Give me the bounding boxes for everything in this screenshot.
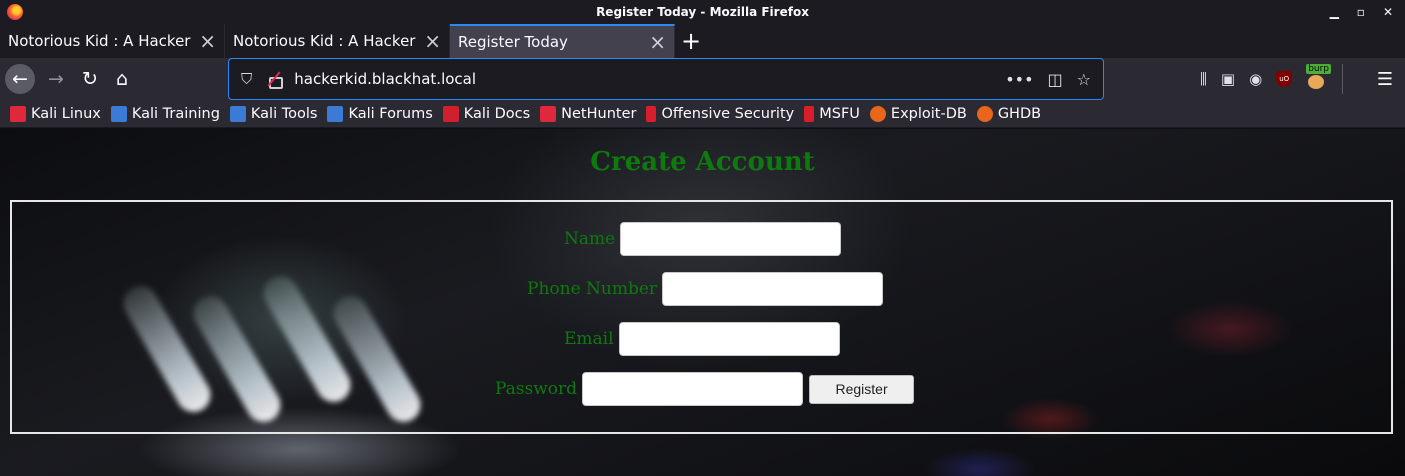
nethunter-icon (540, 105, 557, 122)
bookmark-kali-tools[interactable]: Kali Tools (229, 105, 318, 122)
phone-row: Phone Number (527, 272, 884, 306)
kali-docs-icon (442, 105, 459, 122)
bookmark-exploit-db[interactable]: Exploit-DB (869, 105, 967, 122)
bookmark-msfu[interactable]: MSFU (804, 105, 860, 122)
home-icon: ⌂ (115, 68, 129, 90)
forward-button[interactable]: → (41, 64, 71, 94)
reload-icon: ↻ (82, 68, 98, 90)
bookmark-label: Kali Training (131, 105, 220, 122)
pocket-icon[interactable]: ◫ (1048, 70, 1063, 89)
navigation-toolbar: ← → ↻ ⌂ ⛉ hackerkid.blackhat.local ••• ◫… (0, 58, 1405, 100)
toolbar-right: ⫼ ▣ ◉ uO burp (1200, 58, 1344, 100)
exploit-db-icon (869, 105, 886, 122)
name-label: Name (564, 229, 616, 249)
bookmark-label: MSFU (819, 105, 860, 122)
bookmark-kali-forums[interactable]: Kali Forums (327, 105, 433, 122)
name-input[interactable] (620, 222, 842, 256)
bookmark-star-icon[interactable]: ☆ (1077, 70, 1091, 89)
account-icon[interactable]: ◉ (1249, 70, 1262, 88)
kali-tools-icon (229, 105, 246, 122)
password-label: Password (495, 379, 578, 399)
close-tab-icon[interactable]: × (199, 31, 216, 51)
ublock-origin-icon[interactable]: uO (1276, 71, 1293, 87)
new-tab-button[interactable]: + (675, 24, 707, 58)
page-content: Create Account Name Phone Number Email P… (0, 129, 1405, 476)
bookmark-label: Kali Linux (31, 105, 101, 122)
burp-extension-icon[interactable]: burp (1306, 64, 1332, 89)
window-controls: ▁ ▫ ✕ (1330, 0, 1405, 24)
close-tab-icon[interactable]: × (649, 32, 666, 52)
ghdb-icon (976, 105, 993, 122)
bookmark-nethunter[interactable]: NetHunter (540, 105, 637, 122)
tab-2[interactable]: Notorious Kid : A Hacker × (225, 24, 450, 58)
msfu-icon (804, 105, 815, 122)
tab-3-active[interactable]: Register Today × (450, 24, 675, 58)
arrow-right-icon: → (48, 68, 64, 90)
bookmark-label: NetHunter (561, 105, 637, 122)
bookmark-kali-docs[interactable]: Kali Docs (442, 105, 531, 122)
register-form: Name Phone Number Email Password Registe… (10, 200, 1393, 434)
tab-strip: Notorious Kid : A Hacker × Notorious Kid… (0, 24, 1405, 58)
bookmarks-toolbar: Kali Linux Kali Training Kali Tools Kali… (0, 100, 1405, 128)
bookmark-kali-linux[interactable]: Kali Linux (10, 105, 101, 122)
page-actions-icon[interactable]: ••• (1005, 70, 1033, 89)
bookmark-kali-training[interactable]: Kali Training (110, 105, 220, 122)
hamburger-menu-icon: ☰ (1376, 68, 1393, 90)
bookmark-ghdb[interactable]: GHDB (976, 105, 1042, 122)
bookmark-label: Kali Forums (348, 105, 433, 122)
close-window-icon[interactable]: ✕ (1383, 5, 1393, 19)
close-tab-icon[interactable]: × (424, 31, 441, 51)
insecure-lock-icon[interactable] (266, 71, 284, 89)
email-row: Email (564, 322, 840, 356)
sidebar-icon[interactable]: ▣ (1221, 70, 1235, 88)
bookmark-label: Offensive Security (661, 105, 795, 122)
firefox-logo-icon (7, 4, 23, 20)
back-button[interactable]: ← (5, 64, 35, 94)
bookmark-label: GHDB (997, 105, 1042, 122)
window-titlebar: Register Today - Mozilla Firefox ▁ ▫ ✕ (0, 0, 1405, 24)
tab-label: Notorious Kid : A Hacker (233, 32, 416, 50)
burp-badge: burp (1306, 64, 1332, 74)
menu-button[interactable]: ☰ (1377, 58, 1393, 100)
address-bar[interactable]: ⛉ hackerkid.blackhat.local ••• ◫ ☆ (228, 58, 1104, 100)
library-icon[interactable]: ⫼ (1200, 70, 1207, 88)
email-input[interactable] (618, 322, 840, 356)
bookmark-label: Exploit-DB (890, 105, 967, 122)
maximize-icon[interactable]: ▫ (1357, 5, 1365, 19)
register-button[interactable]: Register (809, 374, 915, 404)
tab-1[interactable]: Notorious Kid : A Hacker × (0, 24, 225, 58)
page-title: Create Account (590, 147, 815, 177)
kali-dragon-icon (10, 105, 26, 122)
tab-label: Notorious Kid : A Hacker (8, 32, 191, 50)
bookmark-label: Kali Tools (250, 105, 318, 122)
kali-training-icon (110, 105, 127, 122)
home-button[interactable]: ⌂ (107, 64, 137, 94)
reload-button[interactable]: ↻ (75, 64, 105, 94)
password-input[interactable] (582, 372, 804, 406)
url-text[interactable]: hackerkid.blackhat.local (294, 70, 1005, 88)
minimize-icon[interactable]: ▁ (1330, 5, 1339, 19)
offsec-icon (646, 105, 657, 122)
password-row: Password Register (495, 372, 915, 406)
phone-input[interactable] (662, 272, 884, 306)
burp-face-icon (1308, 75, 1325, 89)
arrow-left-icon: ← (12, 68, 28, 90)
window-title: Register Today - Mozilla Firefox (596, 5, 809, 19)
toolbar-separator (1342, 64, 1344, 94)
kali-forums-icon (327, 105, 344, 122)
tab-label: Register Today (458, 33, 568, 51)
phone-label: Phone Number (527, 279, 658, 299)
tracking-protection-icon[interactable]: ⛉ (241, 70, 252, 88)
bookmark-offensive-security[interactable]: Offensive Security (646, 105, 795, 122)
plus-icon: + (680, 27, 702, 55)
bookmark-label: Kali Docs (463, 105, 531, 122)
name-row: Name (564, 222, 842, 256)
email-label: Email (564, 329, 614, 349)
